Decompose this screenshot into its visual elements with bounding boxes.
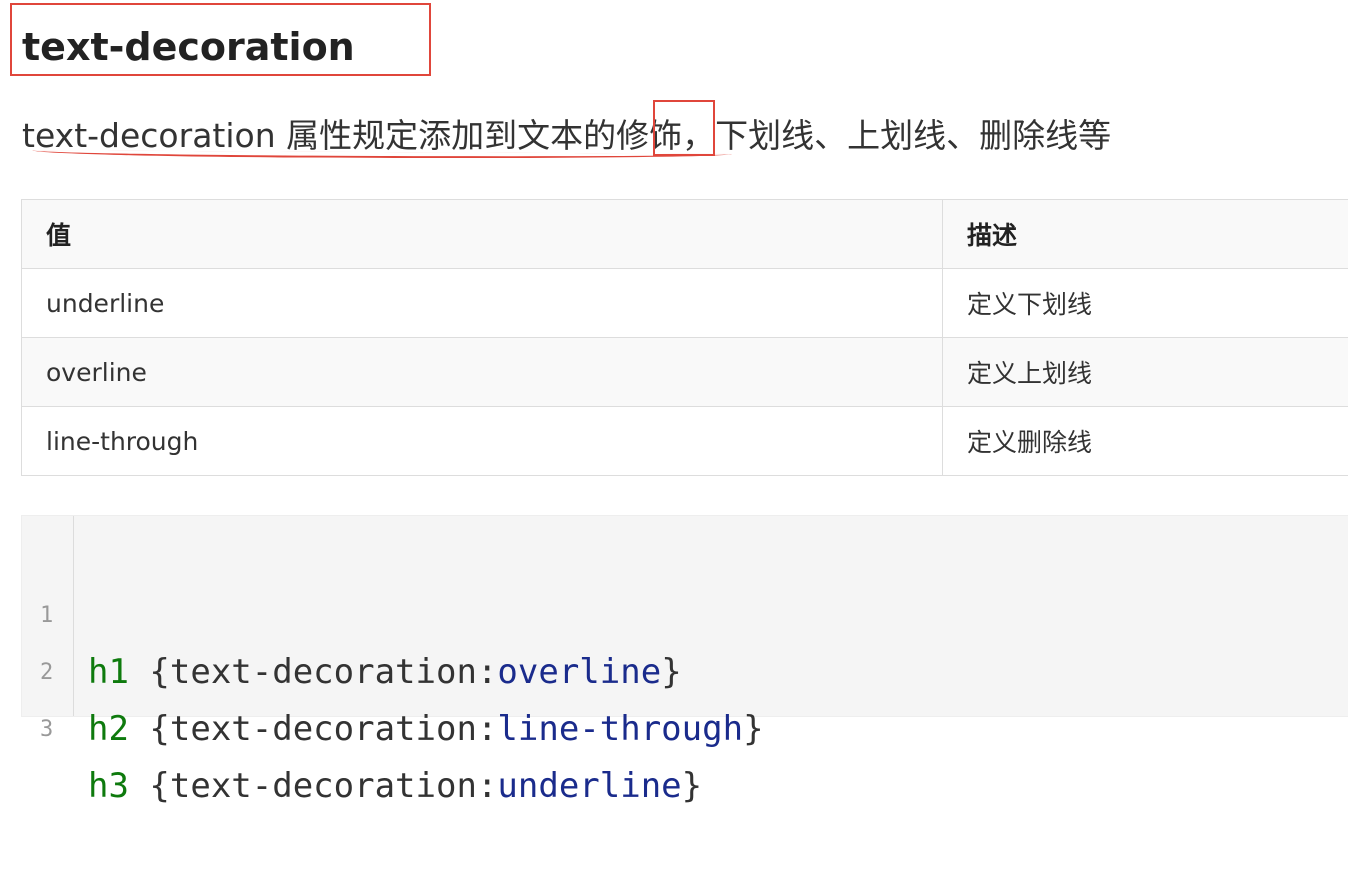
- code-value: line-through: [497, 709, 743, 749]
- values-table: 值 描述 underline 定义下划线 overline 定义上划线 line…: [21, 199, 1348, 476]
- line-number: 1: [40, 587, 64, 644]
- table-cell-description: 定义下划线: [943, 269, 1348, 338]
- code-line: 2 h2 {text-decoration:line-through}: [22, 587, 42, 644]
- table-row: line-through 定义删除线: [22, 407, 1348, 476]
- code-selector: h2: [88, 709, 129, 749]
- code-text: h3 {text-decoration:underline}: [88, 758, 702, 815]
- table-header-row: 值 描述: [22, 200, 1348, 269]
- code-text: h2 {text-decoration:line-through}: [88, 701, 764, 758]
- table-cell-description: 定义上划线: [943, 338, 1348, 407]
- table-row: overline 定义上划线: [22, 338, 1348, 407]
- table-row: underline 定义下划线: [22, 269, 1348, 338]
- code-property: {text-decoration:: [129, 766, 497, 806]
- table-cell-value: line-through: [22, 407, 943, 476]
- code-property: {text-decoration:: [129, 709, 497, 749]
- code-brace: }: [682, 766, 702, 806]
- code-selector: h1: [88, 652, 129, 692]
- table-cell-value: overline: [22, 338, 943, 407]
- column-header-value: 值: [22, 200, 943, 269]
- line-number: 2: [40, 644, 64, 701]
- annotation-box-word: [653, 100, 715, 156]
- column-header-description: 描述: [943, 200, 1348, 269]
- code-line: 1 h1 {text-decoration:overline}: [22, 530, 42, 587]
- code-brace: }: [743, 709, 763, 749]
- code-property: {text-decoration:: [129, 652, 497, 692]
- table-cell-description: 定义删除线: [943, 407, 1348, 476]
- code-brace: }: [661, 652, 681, 692]
- table-cell-value: underline: [22, 269, 943, 338]
- code-block: 1 h1 {text-decoration:overline} 2 h2 {te…: [21, 515, 1348, 717]
- code-selector: h3: [88, 766, 129, 806]
- code-value: underline: [497, 766, 681, 806]
- code-line: 3 h3 {text-decoration:underline}: [22, 644, 42, 701]
- line-number: 3: [40, 701, 64, 758]
- annotation-box-title: [10, 3, 431, 76]
- code-value: overline: [497, 652, 661, 692]
- code-text: h1 {text-decoration:overline}: [88, 644, 682, 701]
